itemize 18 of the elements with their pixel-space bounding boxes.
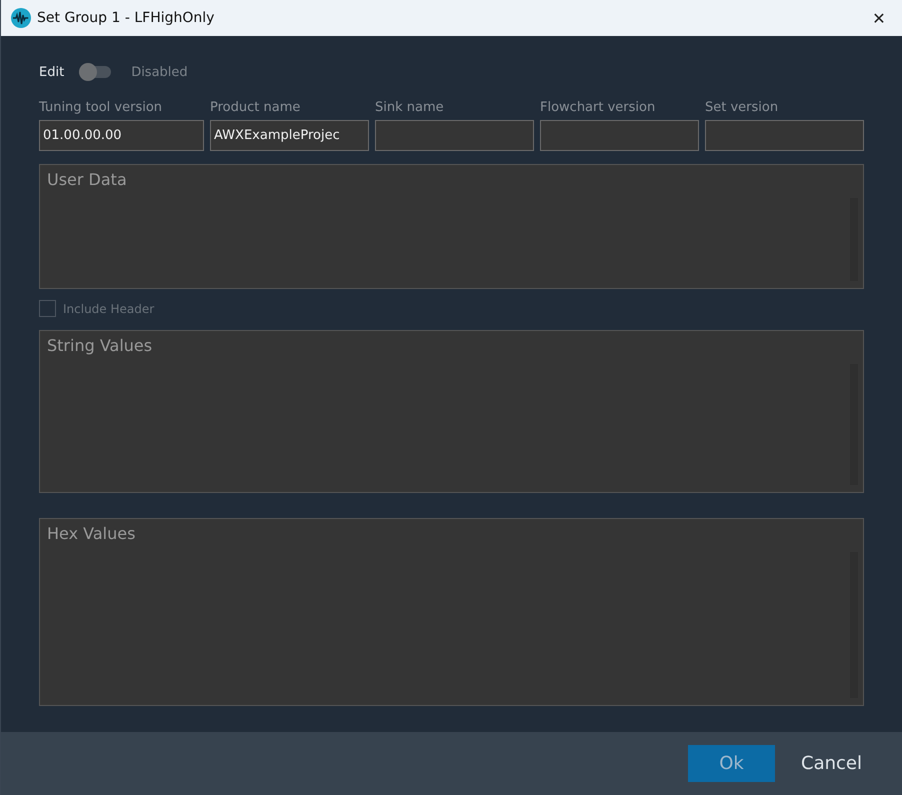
field-label: Flowchart version xyxy=(540,100,656,115)
edit-label: Edit xyxy=(39,64,64,80)
toggle-state-text: Disabled xyxy=(131,64,188,80)
cancel-button[interactable]: Cancel xyxy=(801,745,862,782)
field-label: Product name xyxy=(210,100,302,115)
input-field[interactable] xyxy=(705,120,864,151)
field-label: Sink name xyxy=(375,100,445,115)
close-button[interactable]: ✕ xyxy=(856,0,902,36)
edit-toggle[interactable] xyxy=(79,66,112,78)
input-field[interactable] xyxy=(375,120,534,151)
window-title: Set Group 1 - LFHighOnly xyxy=(37,10,216,26)
field-label: Set version xyxy=(705,100,780,115)
input-field[interactable]: 01.00.00.00 xyxy=(39,120,204,151)
input-field[interactable] xyxy=(540,120,699,151)
waveform-logo-icon xyxy=(11,8,31,28)
checkbox-label: Include Header xyxy=(63,302,154,316)
input-field[interactable]: AWXExampleProjec xyxy=(210,120,369,151)
field-label: Tuning tool version xyxy=(39,100,164,115)
